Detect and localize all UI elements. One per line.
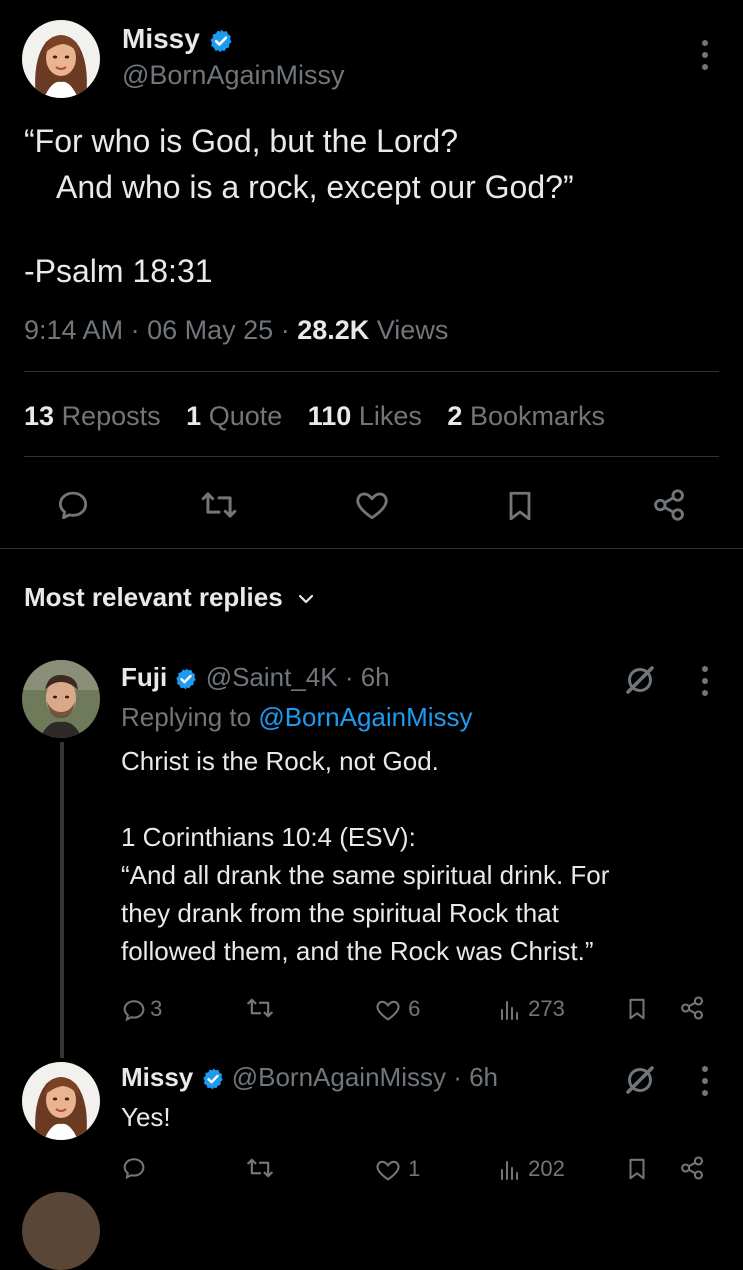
reply-line: Yes!: [121, 1102, 171, 1132]
reply-header: Fuji @Saint_4K · 6h: [121, 660, 390, 694]
stats-row: 13 Reposts 1 Quote 110 Likes 2 Bookmarks: [24, 398, 605, 434]
author-avatar[interactable]: [22, 20, 100, 98]
verified-icon: [176, 668, 197, 690]
reposts-stat[interactable]: 13 Reposts: [24, 401, 161, 431]
tweet-line: “For who is God, but the Lord?: [24, 123, 458, 159]
bookmark-icon[interactable]: [502, 486, 538, 526]
reply-text: Christ is the Rock, not God. 1 Corinthia…: [121, 742, 609, 970]
views-count: 28.2K: [297, 315, 370, 345]
divider: [24, 456, 719, 457]
comment-icon: [123, 1000, 145, 1022]
comment-icon[interactable]: [120, 1154, 148, 1182]
reply-line: followed them, and the Rock was Christ.”: [121, 936, 594, 966]
tweet-line: And who is a rock, except our God?”: [56, 169, 574, 205]
repost-icon[interactable]: [244, 994, 276, 1022]
verified-icon: [210, 29, 232, 52]
reply-age: · 6h: [453, 1062, 499, 1092]
like-icon: [376, 1000, 400, 1021]
author-handle[interactable]: @BornAgainMissy: [122, 58, 345, 92]
more-icon[interactable]: [702, 40, 708, 76]
views-icon: [501, 1161, 518, 1181]
reply-line: “And all drank the same spiritual drink.…: [121, 860, 610, 890]
reply-like-count: 6: [408, 996, 421, 1021]
reply-author-handle[interactable]: @BornAgainMissy: [232, 1062, 446, 1092]
grok-icon[interactable]: [622, 662, 658, 698]
reply-author-handle[interactable]: @Saint_4K: [206, 662, 338, 692]
reply-line: 1 Corinthians 10:4 (ESV):: [121, 822, 416, 852]
comment-icon[interactable]: [54, 486, 92, 524]
grok-icon[interactable]: [622, 1062, 658, 1098]
reply-age: · 6h: [344, 662, 390, 692]
reply-line: they drank from the spiritual Rock that: [121, 898, 559, 928]
share-icon[interactable]: [678, 994, 706, 1022]
author-name-row: Missy: [122, 22, 234, 56]
tweet-date[interactable]: 06 May 25: [147, 315, 273, 345]
share-icon[interactable]: [678, 1154, 706, 1182]
meta-sep: ·: [130, 315, 140, 345]
reply-like-count: 1: [408, 1156, 421, 1181]
bookmarks-stat[interactable]: 2 Bookmarks: [447, 401, 605, 431]
reply-like-button[interactable]: 1: [374, 1154, 420, 1184]
repost-icon[interactable]: [244, 1154, 276, 1182]
section-divider: [0, 548, 743, 549]
reply-author-name[interactable]: Fuji: [121, 662, 167, 692]
reply-views-count: 202: [528, 1156, 565, 1181]
tweet-time[interactable]: 9:14 AM: [24, 315, 123, 345]
replying-to: Replying to @BornAgainMissy: [121, 700, 473, 734]
reply-views-button[interactable]: 273: [498, 994, 565, 1024]
thread-line: [60, 742, 64, 1058]
bookmark-icon[interactable]: [624, 994, 650, 1024]
replying-handle[interactable]: @BornAgainMissy: [258, 702, 472, 732]
share-icon[interactable]: [650, 486, 688, 524]
replies-sort[interactable]: Most relevant replies: [24, 580, 316, 614]
likes-stat[interactable]: 110 Likes: [308, 401, 422, 431]
reply-comment-count: 3: [150, 996, 163, 1021]
next-reply-avatar[interactable]: [22, 1192, 100, 1270]
more-icon[interactable]: [702, 1066, 708, 1102]
quotes-stat[interactable]: 1 Quote: [186, 401, 282, 431]
like-icon: [376, 1160, 400, 1181]
reply-like-button[interactable]: 6: [374, 994, 420, 1024]
meta-sep: ·: [280, 315, 290, 345]
like-icon[interactable]: [352, 486, 392, 524]
tweet-line: -Psalm 18:31: [24, 253, 213, 289]
reply-line: Christ is the Rock, not God.: [121, 746, 439, 776]
reply-author-name[interactable]: Missy: [121, 1062, 193, 1092]
bookmark-icon[interactable]: [624, 1154, 650, 1184]
tweet-meta: 9:14 AM · 06 May 25 · 28.2K Views: [24, 312, 448, 348]
reply-views-count: 273: [528, 996, 565, 1021]
reply-comment-button[interactable]: 3: [120, 994, 162, 1024]
verified-icon: [202, 1068, 223, 1090]
chevron-down-icon: [298, 595, 313, 604]
tweet-text: “For who is God, but the Lord? And who i…: [24, 118, 574, 294]
reply-views-button[interactable]: 202: [498, 1154, 565, 1184]
views-label: Views: [376, 315, 449, 345]
replying-prefix: Replying to: [121, 702, 252, 732]
views-icon: [501, 1001, 518, 1021]
divider: [24, 371, 719, 372]
reply-text: Yes!: [121, 1098, 171, 1136]
reply-header: Missy @BornAgainMissy · 6h: [121, 1060, 498, 1094]
reply-avatar[interactable]: [22, 1062, 100, 1140]
replies-header: Most relevant replies: [24, 582, 283, 612]
reply-avatar[interactable]: [22, 660, 100, 738]
more-icon[interactable]: [702, 666, 708, 702]
repost-icon[interactable]: [198, 486, 240, 524]
author-name[interactable]: Missy: [122, 23, 200, 54]
